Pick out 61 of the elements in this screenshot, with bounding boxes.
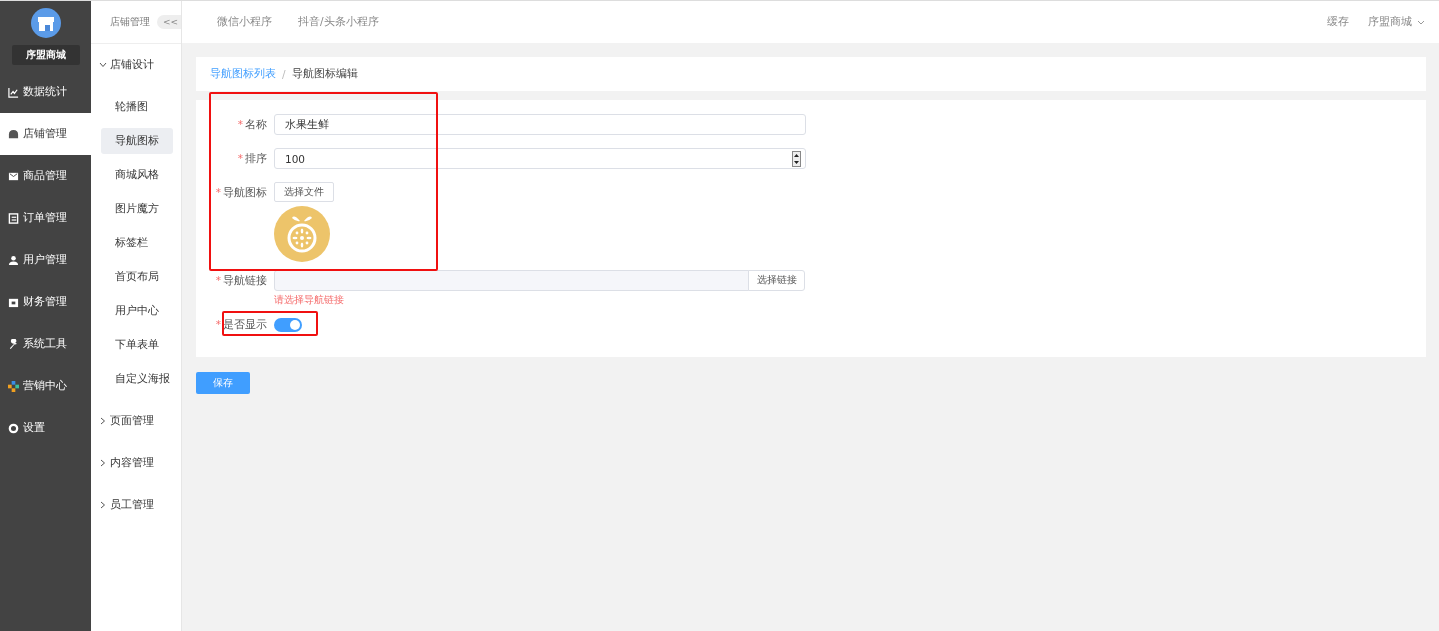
breadcrumb-current: 导航图标编辑 xyxy=(291,67,358,81)
submenu-item[interactable]: 用户中心 xyxy=(101,298,173,324)
menu-item[interactable]: 系统工具 xyxy=(0,323,91,365)
store-menu[interactable]: 序盟商城 xyxy=(1368,15,1425,29)
name-field[interactable]: 水果生鲜 xyxy=(274,114,806,135)
submenu-group[interactable]: 员工管理 xyxy=(91,484,181,526)
platform-tab[interactable]: 抖音/头条小程序 xyxy=(298,15,379,29)
platform-tab[interactable]: 微信小程序 xyxy=(217,15,272,29)
menu-item[interactable]: 订单管理 xyxy=(0,197,91,239)
menu-item[interactable]: 店铺管理 xyxy=(0,113,91,155)
menu-item[interactable]: 商品管理 xyxy=(0,155,91,197)
chevron-icon xyxy=(99,417,107,425)
submenu-group[interactable]: 页面管理 xyxy=(91,400,181,442)
required-mark: * xyxy=(215,318,221,330)
menu-item[interactable]: 设置 xyxy=(0,407,91,449)
menu-item[interactable]: 用户管理 xyxy=(0,239,91,281)
required-mark: * xyxy=(215,274,221,286)
submenu-group[interactable]: 内容管理 xyxy=(91,442,181,484)
chart-icon xyxy=(8,86,19,98)
tiles-icon xyxy=(8,380,19,392)
field-label: 导航图标 xyxy=(223,186,267,198)
submenu-title: 店铺管理 xyxy=(110,15,150,29)
choose-link-button[interactable]: 选择链接 xyxy=(748,270,805,291)
fruit-icon xyxy=(274,206,330,262)
required-mark: * xyxy=(237,152,243,164)
field-label: 排序 xyxy=(245,152,267,164)
brand-name: 序盟商城 xyxy=(11,45,80,65)
chevron-icon xyxy=(99,459,107,467)
submenu-item[interactable]: 自定义海报 xyxy=(101,366,173,392)
toggle-switch[interactable] xyxy=(274,318,302,332)
sort-field[interactable]: 100 xyxy=(274,148,806,169)
submenu-item[interactable]: 导航图标 xyxy=(101,128,173,154)
required-mark: * xyxy=(237,118,243,130)
submenu-item[interactable]: 商城风格 xyxy=(101,162,173,188)
spinner-icon[interactable] xyxy=(792,150,801,167)
field-label: 导航链接 xyxy=(223,274,267,286)
field-label: 是否显示 xyxy=(223,318,267,330)
menu-item[interactable]: 数据统计 xyxy=(0,71,91,113)
submenu-item[interactable]: 轮播图 xyxy=(101,94,173,120)
submenu-group[interactable]: 店铺设计 xyxy=(91,44,181,86)
error-message: 请选择导航链接 xyxy=(274,293,345,307)
chevron-icon xyxy=(99,501,107,509)
breadcrumb-separator: / xyxy=(282,68,286,80)
gear-icon xyxy=(8,422,19,434)
submenu-item[interactable]: 图片魔方 xyxy=(101,196,173,222)
chevron-icon xyxy=(99,61,107,69)
cache-link[interactable]: 缓存 xyxy=(1327,15,1349,29)
field-label: 名称 xyxy=(245,118,267,130)
submenu-item[interactable]: 下单表单 xyxy=(101,332,173,358)
submenu-item[interactable]: 标签栏 xyxy=(101,230,173,256)
link-field[interactable] xyxy=(274,270,749,291)
caret-icon xyxy=(1417,19,1425,25)
user-icon xyxy=(8,254,19,266)
choose-file-button[interactable]: 选择文件 xyxy=(274,182,334,202)
menu-item[interactable]: 营销中心 xyxy=(0,365,91,407)
list-icon xyxy=(8,212,19,224)
menu-item[interactable]: 财务管理 xyxy=(0,281,91,323)
wrench-icon xyxy=(8,338,19,350)
mail-icon xyxy=(8,170,19,182)
submenu-item[interactable]: 首页布局 xyxy=(101,264,173,290)
required-mark: * xyxy=(215,186,221,198)
